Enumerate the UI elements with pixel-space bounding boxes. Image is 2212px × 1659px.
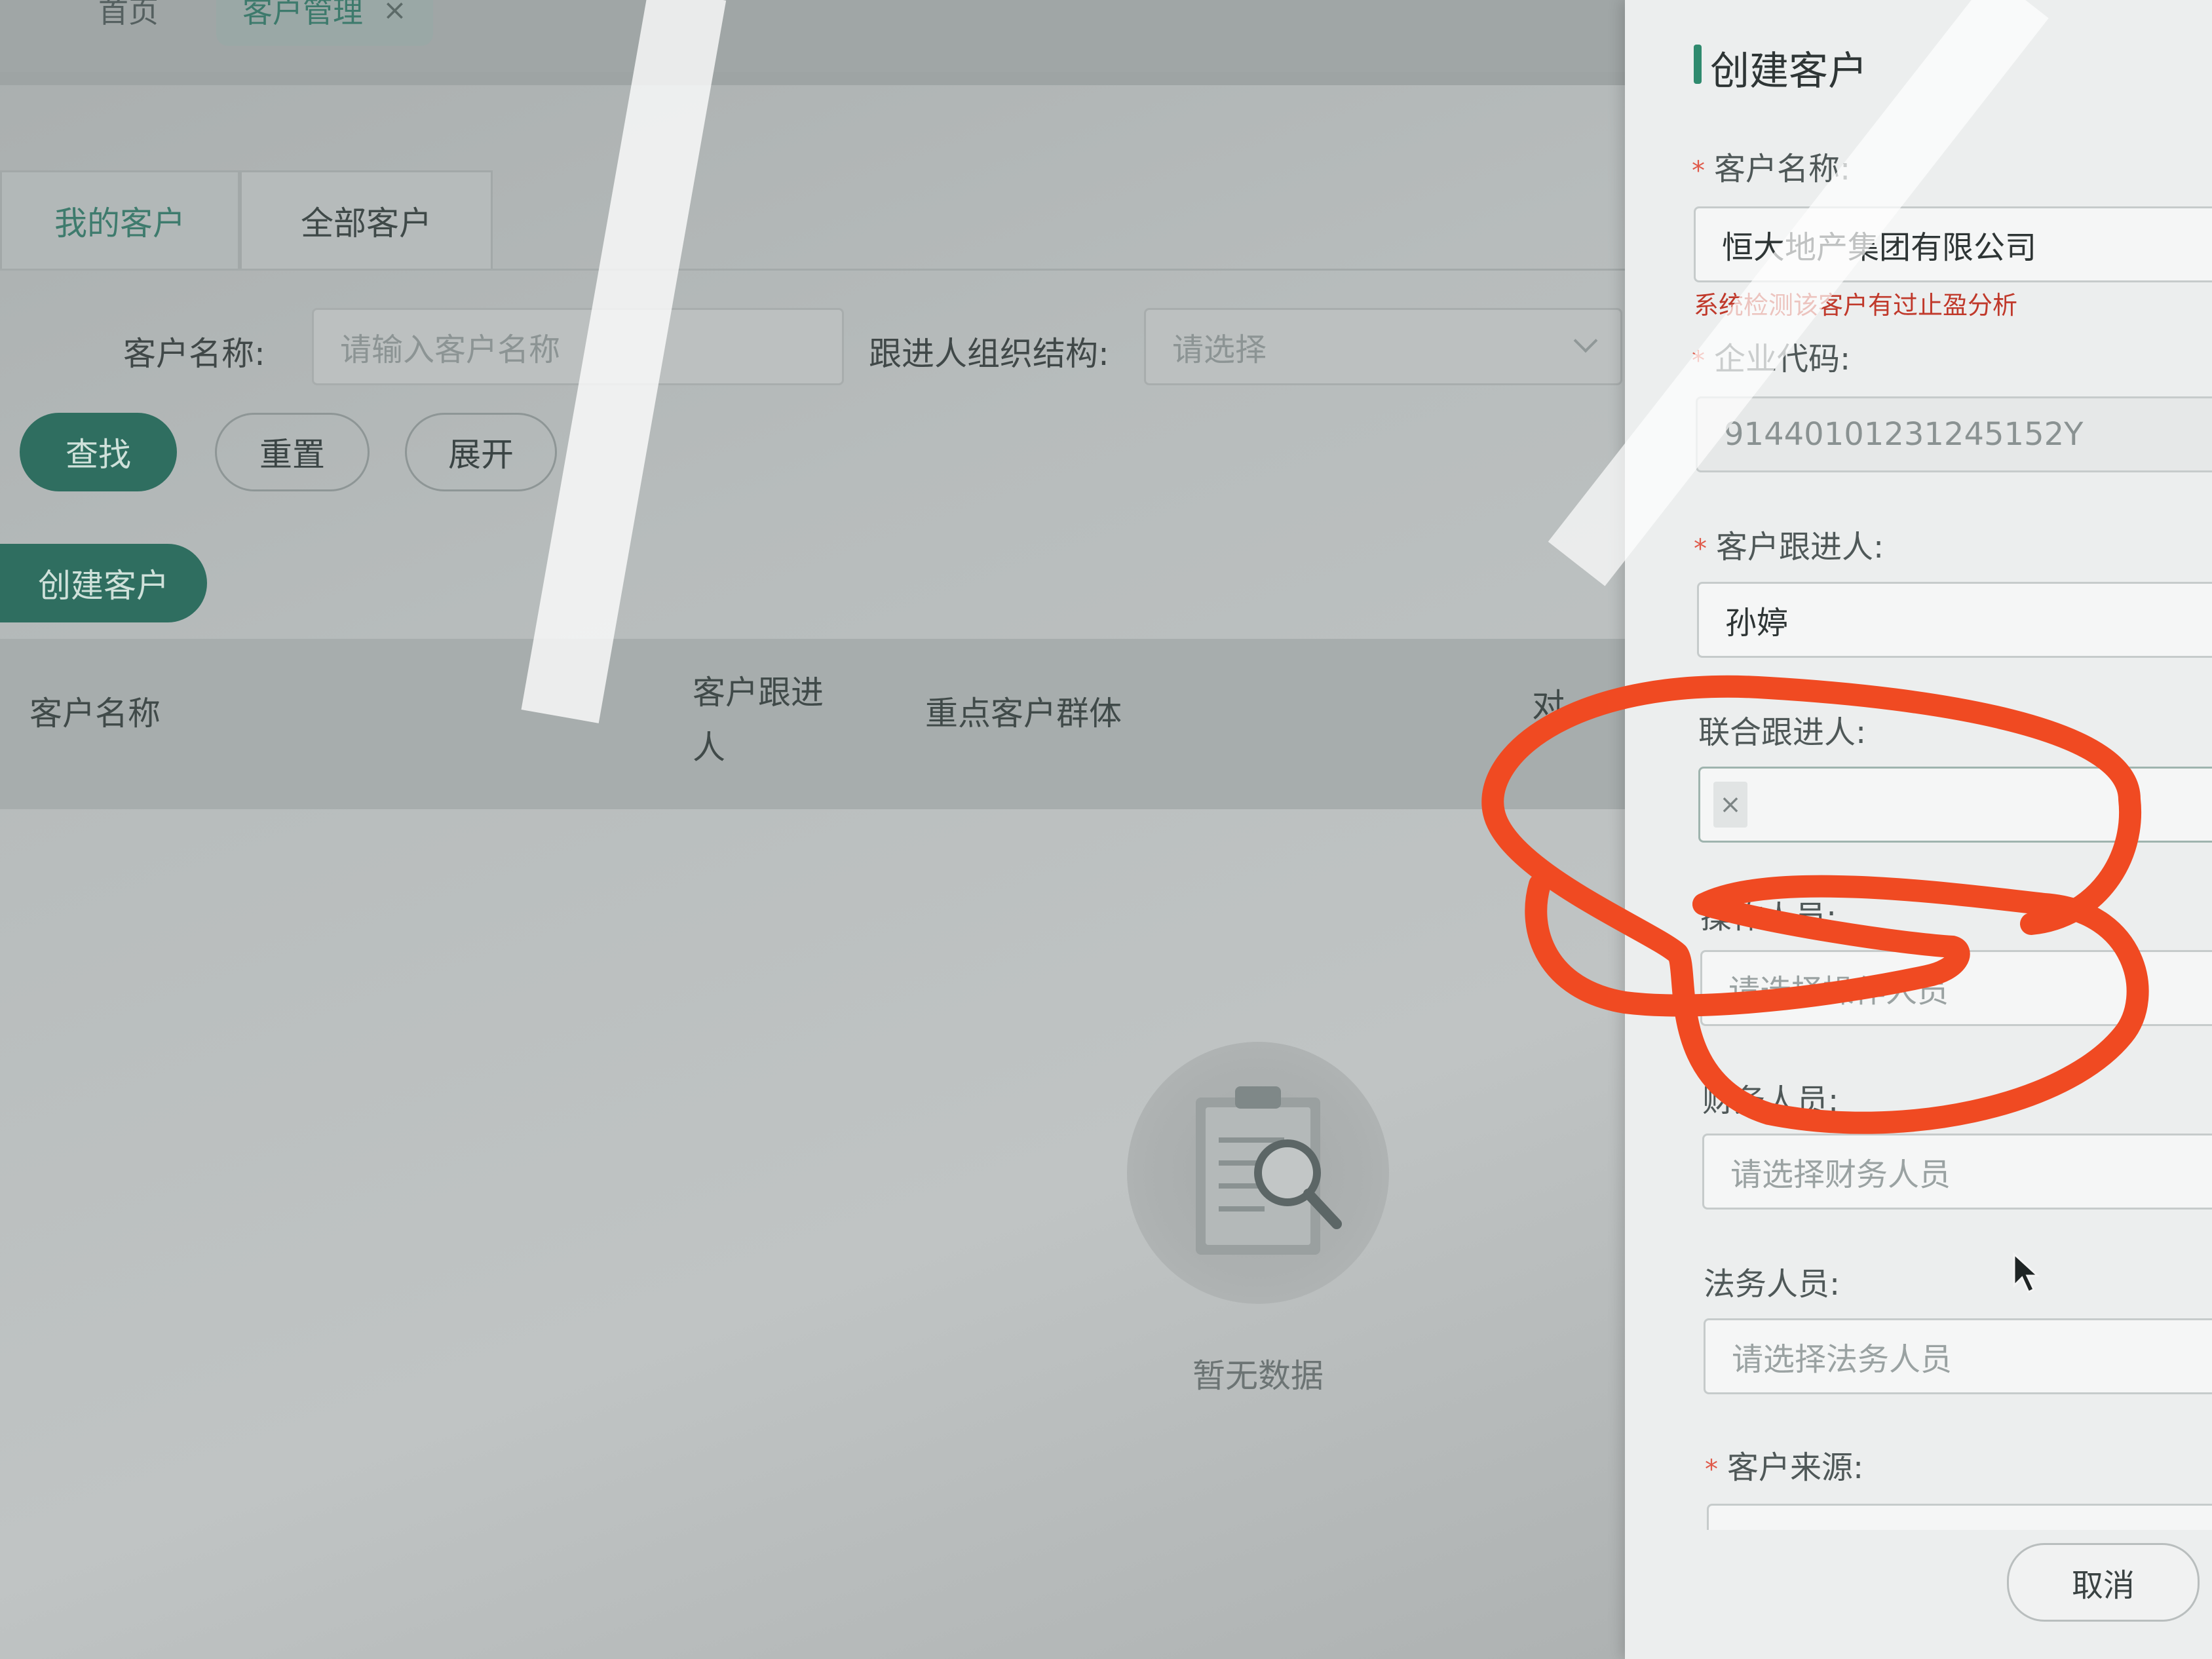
- screen-photo: 首页 客户管理 × 我的客户 全部客户 客户名称: 请输入客户名称 跟进人组织结…: [0, 0, 2212, 1659]
- annotation-circle: [1481, 675, 2149, 1134]
